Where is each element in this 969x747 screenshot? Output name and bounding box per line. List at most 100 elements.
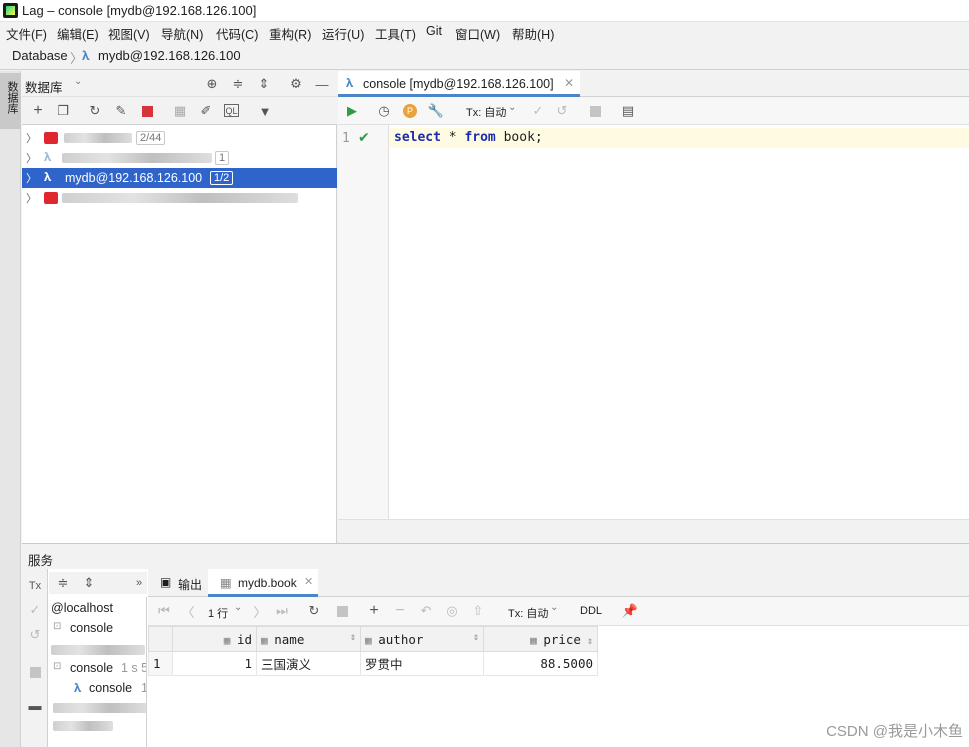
column-header-price[interactable]: ▦ price ⇕ [483,626,598,652]
collapse-all-icon[interactable]: ⇕ [81,575,97,591]
rollback-icon[interactable]: ↺ [554,103,570,119]
wrench-icon[interactable]: 🔧 [428,103,444,119]
menu-run[interactable]: 运行(U) [322,24,364,43]
tab-output[interactable]: 输出 [178,576,202,593]
menu-view[interactable]: 视图(V) [108,24,150,43]
service-console[interactable]: console [70,621,113,635]
edit-properties-icon[interactable]: ✎ [113,103,129,119]
profile-icon[interactable]: P [403,104,417,118]
check-icon: ✔ [358,129,370,145]
add-row-icon[interactable]: + [366,602,382,619]
close-icon[interactable]: ✕ [564,76,574,90]
pin-icon[interactable]: 📌 [622,603,638,619]
tx-mode-dropdown[interactable]: Tx: 自动 [508,605,548,621]
ql-console-icon[interactable]: QL [224,104,239,117]
minimize-icon[interactable]: — [314,76,330,92]
menu-file[interactable]: 文件(F) [6,24,47,43]
pencil-icon[interactable]: ✐ [198,103,214,119]
stop-icon[interactable] [139,103,155,119]
tx-mode-dropdown[interactable]: Tx: 自动 [466,104,506,120]
menu-navigate[interactable]: 导航(N) [161,24,203,43]
chevron-down-icon[interactable]: ⌄ [508,102,516,113]
expand-all-icon[interactable]: ≑ [55,575,71,591]
sort-icon[interactable]: ⇕ [350,632,356,643]
cell-author[interactable]: 罗贯中 [360,651,484,676]
tree-item[interactable]: 〉 𝛌 1 [22,148,337,168]
history-icon[interactable]: ◷ [376,103,392,119]
compare-icon[interactable]: ◎ [444,603,460,619]
cell-name[interactable]: 三国演义 [256,651,361,676]
filter-icon[interactable]: ▼ [257,103,273,119]
first-page-icon[interactable]: ⏮ [156,603,172,619]
chevron-right-icon[interactable]: 〉 [26,150,37,166]
column-header-name[interactable]: ▦ name ⇕ [256,626,361,652]
tx-icon[interactable]: Tx [27,578,43,594]
ddl-button[interactable]: DDL [580,605,602,617]
cell-price[interactable]: 88.5000 [483,651,598,676]
breadcrumb-root[interactable]: Database [12,48,68,63]
sort-icon[interactable]: ⇕ [473,632,479,643]
chevron-right-icon[interactable]: 〉 [26,170,37,186]
revert-icon[interactable]: ↶ [418,603,434,619]
chevron-right-icon[interactable]: 〉 [26,190,37,206]
chevron-down-icon[interactable]: ⌄ [234,602,242,613]
collapse-all-icon[interactable]: ⇕ [256,76,272,92]
refresh-icon[interactable]: ↻ [87,103,103,119]
table-row[interactable]: 1 1 三国演义 罗贯中 88.5000 [148,651,598,676]
column-header-id[interactable]: ▦ id [172,626,257,652]
chevron-down-icon[interactable]: ⌄ [550,602,558,613]
commit-icon[interactable]: ✓ [530,103,546,119]
tab-console[interactable]: 𝛌 console [mydb@192.168.126.100] ✕ [338,71,580,97]
rollback-icon[interactable]: ↺ [27,627,43,643]
expand-all-icon[interactable]: ≑ [230,76,246,92]
more-icon[interactable]: » [131,575,147,591]
tree-item[interactable]: 〉 2/44 [22,128,337,148]
menu-window[interactable]: 窗口(W) [455,24,500,43]
output-layout-icon[interactable]: ▤ [620,103,636,119]
rows-count[interactable]: 1 行 [208,605,228,621]
add-icon[interactable]: + [30,102,46,119]
table-icon[interactable]: ▦ [172,103,188,119]
copy-icon[interactable]: ❐ [55,103,71,119]
database-tool-tab[interactable]: 数据库 [0,73,21,129]
service-console[interactable]: console [89,681,132,695]
next-page-icon[interactable]: 〉 [252,603,268,620]
code-line[interactable]: select * from book; [389,128,969,148]
commit-icon[interactable]: ✓ [27,602,43,618]
stop-icon[interactable] [336,605,348,617]
prev-page-icon[interactable]: 〈 [180,603,196,620]
close-icon[interactable]: ✕ [304,575,313,588]
menu-refactor[interactable]: 重构(R) [269,24,311,43]
menu-edit[interactable]: 编辑(E) [57,24,99,43]
service-host[interactable]: @localhost [51,601,113,615]
tree-item[interactable]: 〉 [22,188,337,208]
tab-result[interactable]: ▦ mydb.book ✕ [208,569,318,597]
sql-statement[interactable]: select * from book; [394,130,543,145]
menu-tools[interactable]: 工具(T) [375,24,416,43]
chevron-right-icon[interactable]: 〉 [26,130,37,146]
menu-git[interactable]: Git [426,24,442,38]
layout-icon[interactable]: ▬ [27,697,43,713]
sort-icon[interactable]: ⇕ [581,636,593,647]
run-icon[interactable]: ▶ [344,103,360,119]
stop-icon[interactable] [587,103,603,119]
session-icon: ⊡ [53,621,62,632]
service-console[interactable]: console [70,661,113,675]
column-header-author[interactable]: ▦ author ⇕ [360,626,484,652]
mysql-icon: 𝛌 [44,150,52,164]
breadcrumb-current[interactable]: mydb@192.168.126.100 [98,48,241,63]
stop-icon[interactable] [29,666,41,678]
console-icon: 𝛌 [74,681,82,695]
tree-item-selected[interactable]: 〉 𝛌 mydb@192.168.126.100 1/2 [22,168,337,188]
cell-id[interactable]: 1 [172,651,257,676]
last-page-icon[interactable]: ⏭ [274,603,290,619]
blurred-label [51,645,145,655]
target-icon[interactable]: ⊕ [204,76,220,92]
menu-help[interactable]: 帮助(H) [512,24,554,43]
delete-row-icon[interactable]: − [392,602,408,619]
gear-icon[interactable]: ⚙ [288,76,304,92]
chevron-down-icon[interactable]: ⌄ [74,76,82,87]
submit-icon[interactable]: ⇧ [470,603,486,619]
refresh-icon[interactable]: ↻ [306,603,322,619]
menu-code[interactable]: 代码(C) [216,24,258,43]
